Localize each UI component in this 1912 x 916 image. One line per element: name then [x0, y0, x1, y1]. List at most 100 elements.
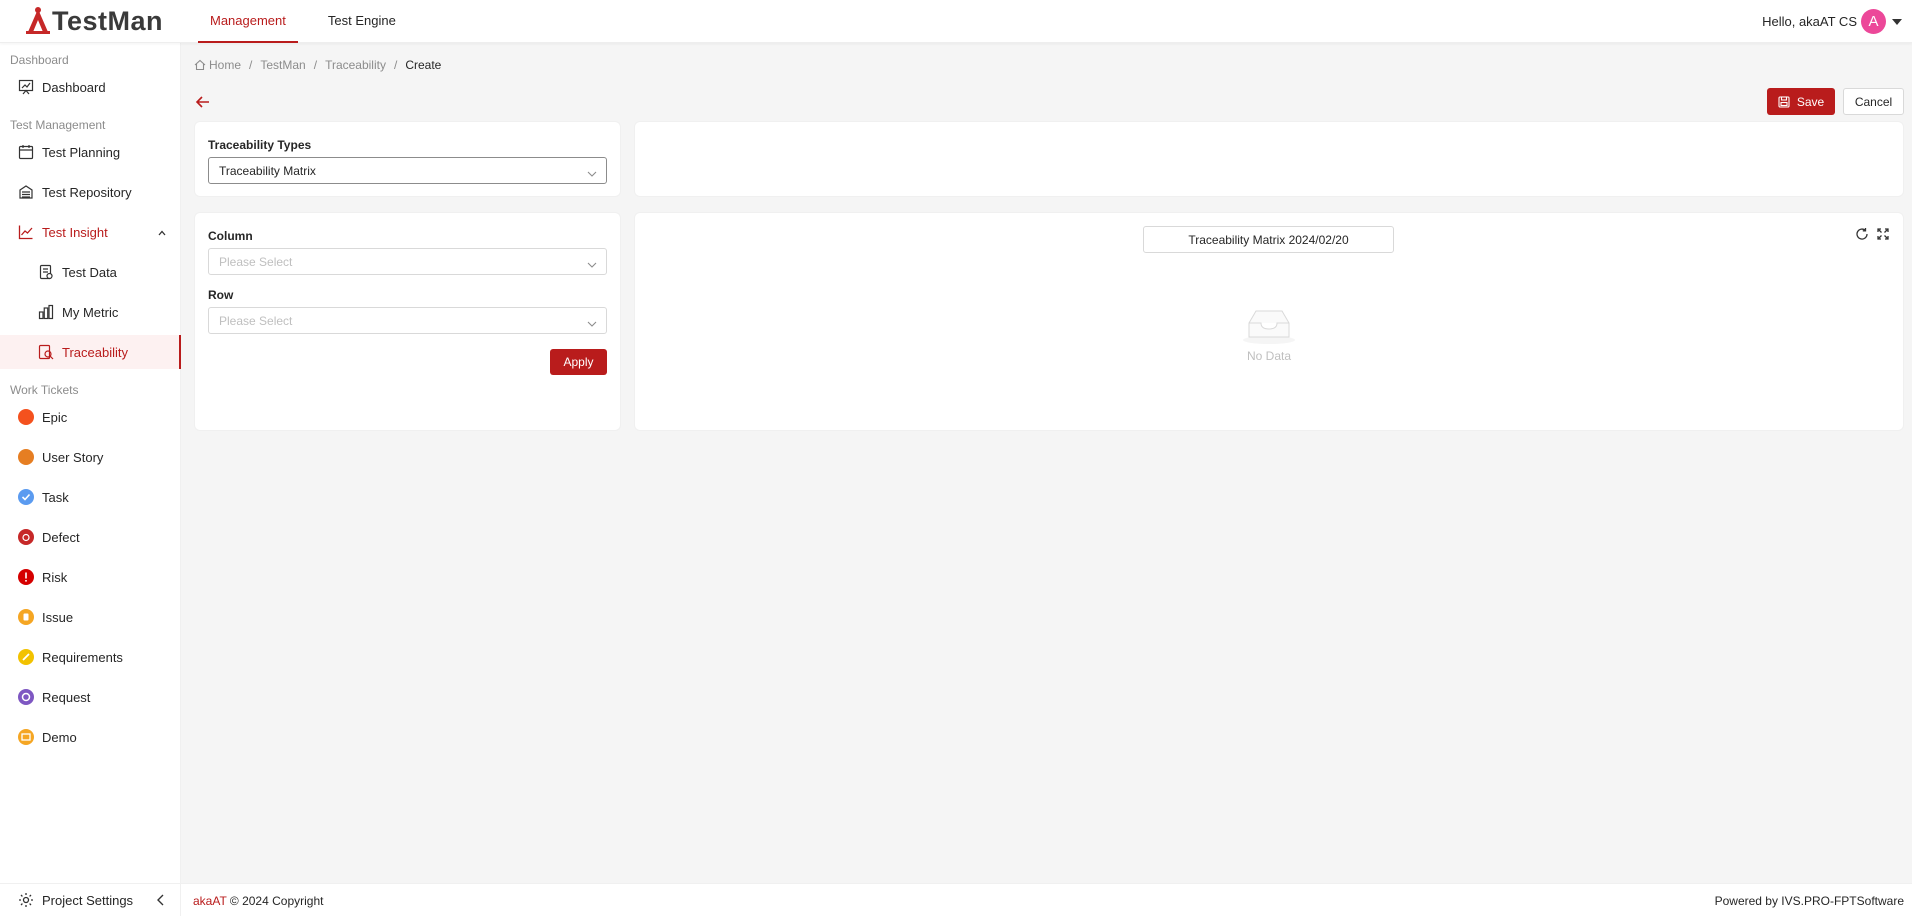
no-data-text: No Data [1246, 349, 1292, 363]
sidebar-item-label: Defect [42, 529, 80, 545]
sidebar-item-label: Test Data [62, 264, 117, 280]
fullscreen-icon[interactable] [1876, 227, 1890, 241]
breadcrumb-separator: / [313, 58, 318, 72]
sidebar-item-request[interactable]: Request [0, 680, 181, 714]
breadcrumb-traceability[interactable]: Traceability [325, 58, 386, 72]
chevron-down-icon [587, 258, 597, 272]
row-placeholder: Please Select [219, 313, 293, 328]
sidebar-item-label: Test Repository [42, 184, 132, 200]
sidebar-item-label: Dashboard [42, 79, 106, 95]
calendar-icon [18, 144, 34, 160]
column-select[interactable]: Please Select [208, 248, 607, 275]
empty-inbox-icon [1240, 305, 1298, 348]
collapse-sidebar-icon[interactable] [155, 893, 167, 910]
powered-by: Powered by IVS.PRO-FPTSoftware [1715, 894, 1904, 908]
sidebar-item-demo[interactable]: Demo [0, 720, 181, 754]
sidebar-item-label: Epic [42, 409, 68, 425]
sidebar-group-dashboard: Dashboard [10, 53, 69, 67]
project-settings-label: Project Settings [42, 892, 134, 908]
sidebar-item-label: Demo [42, 729, 77, 745]
powered-by-company: IVS.PRO-FPTSoftware [1781, 894, 1904, 908]
sidebar-item-requirements[interactable]: Requirements [0, 640, 181, 674]
apply-button[interactable]: Apply [550, 349, 607, 375]
avatar[interactable]: A [1861, 9, 1886, 34]
sidebar-item-traceability[interactable]: Traceability [0, 335, 181, 369]
footer-copyright: © 2024 Copyright [226, 894, 324, 908]
traceability-types-select[interactable]: Traceability Matrix [208, 157, 607, 184]
copyright: akaAT © 2024 Copyright [193, 894, 323, 908]
logo-text: TestMan [52, 5, 164, 36]
sidebar-item-test-planning[interactable]: Test Planning [0, 135, 181, 169]
sidebar-item-task[interactable]: Task [0, 480, 181, 514]
traceability-types-value: Traceability Matrix [219, 163, 316, 178]
sidebar-item-label: Traceability [62, 344, 128, 360]
testman-logo-icon [26, 7, 50, 34]
sidebar-item-label: Task [42, 489, 69, 505]
row-select[interactable]: Please Select [208, 307, 607, 334]
traceability-icon [38, 344, 54, 360]
sidebar-item-label: User Story [42, 449, 104, 465]
save-icon [1778, 95, 1790, 108]
sidebar-item-test-data[interactable]: Test Data [0, 255, 181, 289]
requirements-icon [18, 649, 34, 665]
cancel-button[interactable]: Cancel [1843, 88, 1904, 115]
sidebar-item-label: Risk [42, 569, 68, 585]
top-header: TestMan Management Test Engine Hello, ak… [0, 0, 1912, 43]
breadcrumb-separator: / [249, 58, 253, 72]
sidebar-item-dashboard[interactable]: Dashboard [0, 70, 181, 104]
bug-icon [18, 529, 34, 545]
line-chart-icon [18, 224, 34, 240]
sidebar-item-risk[interactable]: Risk [0, 560, 181, 594]
column-label: Column [208, 229, 253, 243]
project-settings[interactable]: Project Settings [0, 883, 181, 916]
alert-icon [18, 569, 34, 585]
document-icon [38, 264, 54, 280]
matrix-title-input[interactable] [1143, 226, 1394, 253]
repository-icon [18, 184, 34, 200]
bar-chart-icon [38, 304, 54, 320]
sidebar-item-label: Requirements [42, 649, 123, 665]
save-label: Save [1796, 94, 1825, 109]
caret-down-icon[interactable] [1892, 18, 1902, 25]
breadcrumb-testman[interactable]: TestMan [260, 58, 305, 72]
sidebar-item-test-repository[interactable]: Test Repository [0, 175, 181, 209]
sidebar-item-label: Test Planning [42, 144, 121, 160]
page-footer: akaAT © 2024 Copyright Powered by IVS.PR… [181, 883, 1912, 916]
app-logo[interactable]: TestMan [22, 6, 163, 36]
footer-brand[interactable]: akaAT [193, 894, 227, 908]
user-menu[interactable]: Hello, akaAT CS A [1762, 9, 1902, 34]
chevron-down-icon [587, 317, 597, 331]
user-greeting: Hello, akaAT CS [1762, 14, 1857, 29]
home-icon[interactable] [194, 59, 206, 71]
topnav-management[interactable]: Management [198, 0, 298, 43]
user-story-icon [18, 449, 34, 465]
sidebar-item-test-insight[interactable]: Test Insight [0, 215, 181, 249]
breadcrumb: Home / TestMan / Traceability / Create [194, 58, 441, 72]
sidebar-item-my-metric[interactable]: My Metric [0, 295, 181, 329]
sidebar-item-label: Request [42, 689, 91, 705]
column-placeholder: Please Select [219, 254, 293, 269]
save-button[interactable]: Save [1767, 88, 1835, 115]
row-label: Row [208, 288, 234, 302]
powered-prefix: Powered by [1714, 894, 1782, 908]
sidebar-item-user-story[interactable]: User Story [0, 440, 181, 474]
sidebar-item-issue[interactable]: Issue [0, 600, 181, 634]
chevron-down-icon [587, 167, 597, 181]
sidebar-group-work-tickets: Work Tickets [10, 383, 79, 397]
refresh-icon[interactable] [1855, 227, 1869, 241]
request-icon [18, 689, 34, 705]
issue-icon [18, 609, 34, 625]
dashboard-icon [18, 79, 34, 95]
breadcrumb-separator: / [393, 58, 398, 72]
sidebar-item-defect[interactable]: Defect [0, 520, 181, 554]
topnav-test-engine[interactable]: Test Engine [316, 0, 408, 43]
breadcrumb-current: Create [405, 58, 442, 72]
demo-icon [18, 729, 34, 745]
chevron-up-icon[interactable] [157, 226, 167, 241]
sidebar-item-epic[interactable]: Epic [0, 400, 181, 434]
sidebar-item-label: My Metric [62, 304, 119, 320]
task-check-icon [18, 489, 34, 505]
back-arrow-icon[interactable] [194, 93, 212, 111]
info-card [634, 121, 1904, 197]
breadcrumb-home[interactable]: Home [209, 58, 241, 72]
